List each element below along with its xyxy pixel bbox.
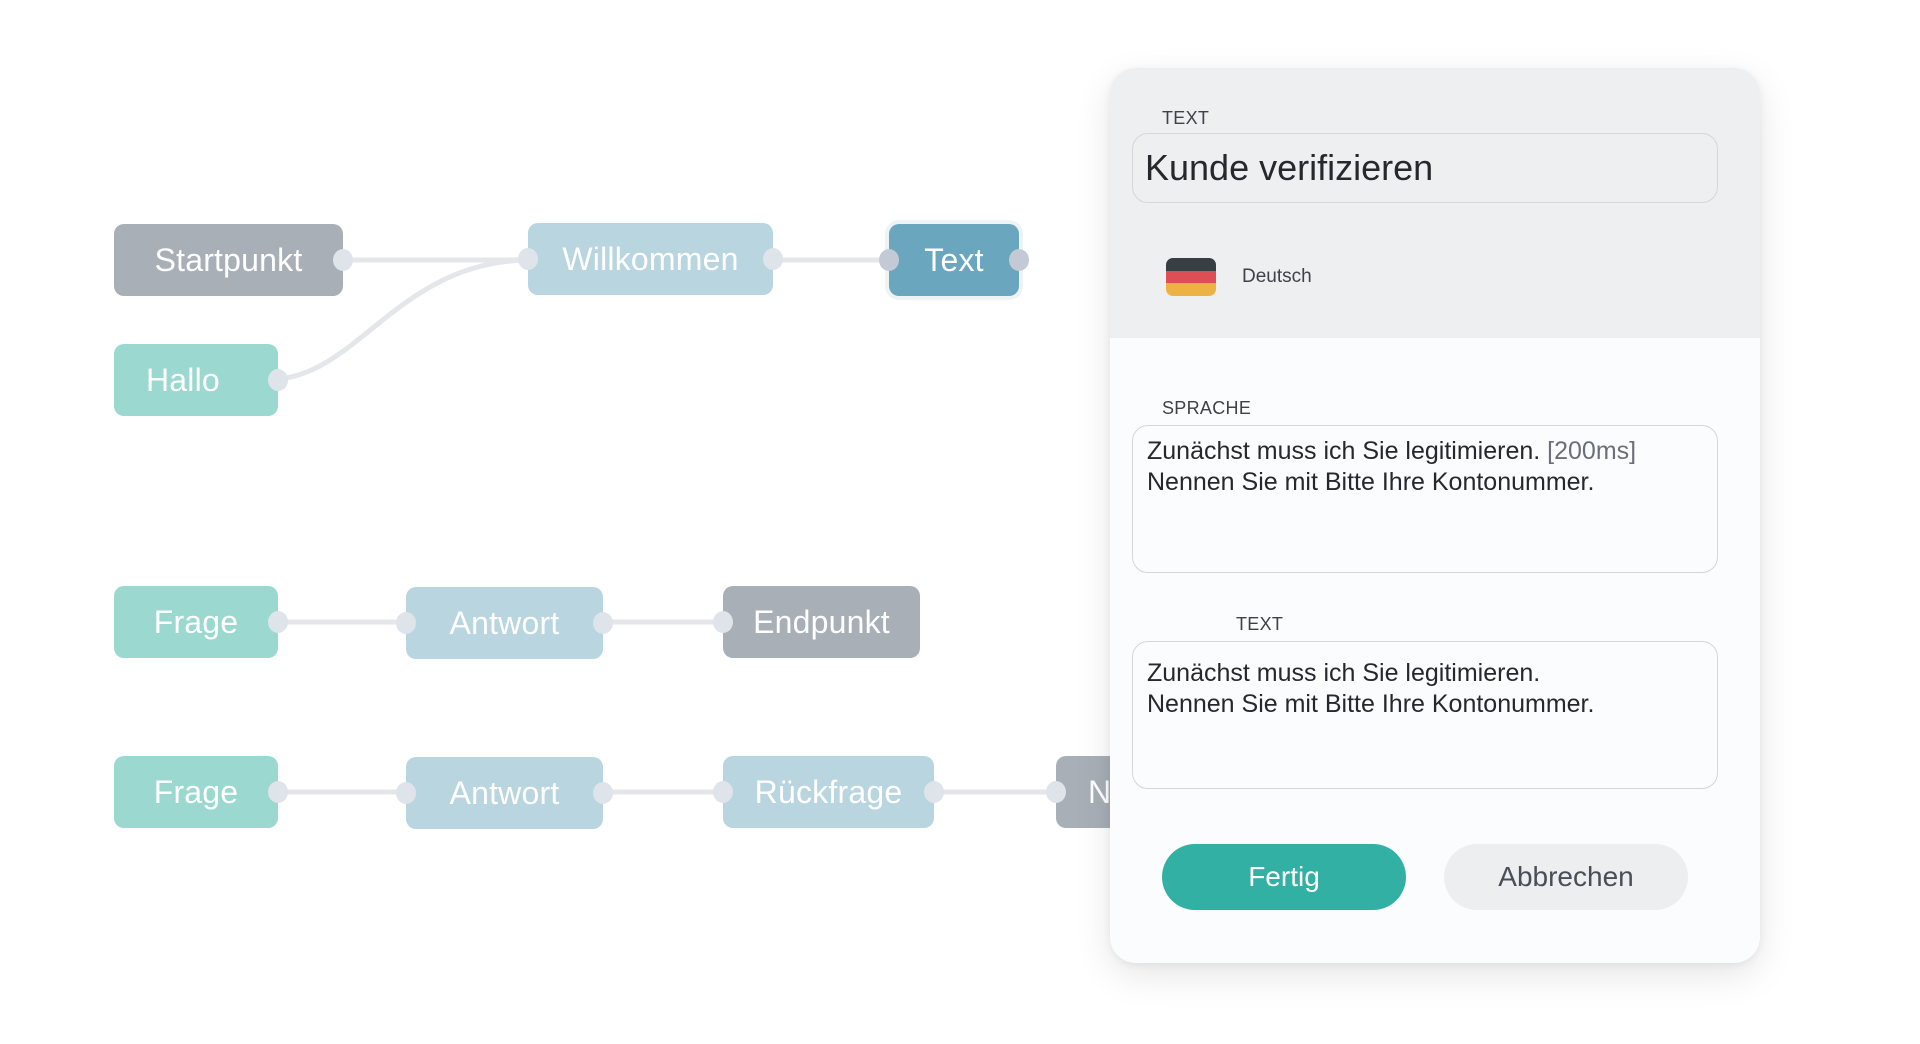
text-field-label: TEXT [1236, 614, 1284, 634]
cancel-button[interactable]: Abbrechen [1444, 844, 1688, 910]
output-port[interactable] [1009, 249, 1029, 271]
node-endpunkt[interactable]: Endpunkt [713, 586, 920, 658]
text-line1: Zunächst muss ich Sie legitimieren. [1147, 659, 1541, 687]
output-port[interactable] [593, 612, 613, 634]
node-willkommen[interactable]: Willkommen [518, 223, 783, 295]
speech-textarea[interactable]: Zunächst muss ich Sie legitimieren. [200… [1132, 425, 1718, 573]
output-port[interactable] [333, 249, 353, 271]
input-port[interactable] [879, 249, 899, 271]
germany-flag-icon [1166, 258, 1216, 296]
language-label: Deutsch [1242, 266, 1312, 287]
input-port[interactable] [396, 612, 416, 634]
node-label: Hallo [146, 361, 220, 398]
node-label: Text [924, 241, 984, 278]
output-port[interactable] [763, 248, 783, 270]
output-port[interactable] [924, 781, 944, 803]
done-button[interactable]: Fertig [1162, 844, 1406, 910]
node-label: Frage [153, 773, 239, 810]
node-label: Frage [153, 603, 239, 640]
node-startpunkt[interactable]: Startpunkt [114, 224, 353, 296]
node-antwort[interactable]: Antwort [396, 587, 613, 659]
node-label: Rückfrage [754, 773, 903, 810]
input-port[interactable] [713, 611, 733, 633]
text-line2: Nennen Sie mit Bitte Ihre Kontonummer. [1147, 690, 1595, 718]
output-port[interactable] [268, 611, 288, 633]
output-port[interactable] [268, 781, 288, 803]
pause-tag: [200ms] [1547, 437, 1637, 465]
speech-text-line2: Nennen Sie mit Bitte Ihre Kontonummer. [1147, 468, 1595, 496]
node-antwort[interactable]: Antwort [396, 757, 613, 829]
language-selector[interactable]: Deutsch [1166, 258, 1312, 296]
node-frage[interactable]: Frage [114, 756, 288, 828]
node-edit-panel: TEXT Kunde verifizieren Deutsch SPRACHE … [1110, 68, 1760, 963]
node-label: Antwort [449, 774, 560, 811]
input-port[interactable] [713, 781, 733, 803]
text-textarea[interactable]: Zunächst muss ich Sie legitimieren. Nenn… [1132, 641, 1718, 789]
input-port[interactable] [1046, 781, 1066, 803]
node-label: Startpunkt [154, 241, 303, 278]
node-rueckfrage[interactable]: Rückfrage [713, 756, 944, 828]
node-hallo[interactable]: Hallo [114, 344, 288, 416]
speech-field-label: SPRACHE [1162, 398, 1252, 418]
output-port[interactable] [593, 782, 613, 804]
node-frage[interactable]: Frage [114, 586, 288, 658]
node-text-selected[interactable]: Text [879, 224, 1029, 296]
input-port[interactable] [396, 782, 416, 804]
node-label: N [1088, 773, 1112, 810]
title-input[interactable]: Kunde verifizieren [1132, 133, 1718, 203]
node-label: Endpunkt [753, 603, 890, 640]
node-label: Willkommen [562, 240, 739, 277]
output-port[interactable] [268, 369, 288, 391]
title-field-label: TEXT [1162, 108, 1210, 128]
input-port[interactable] [518, 248, 538, 270]
node-label: Antwort [449, 604, 560, 641]
speech-text-line1: Zunächst muss ich Sie legitimieren. [1147, 437, 1548, 465]
